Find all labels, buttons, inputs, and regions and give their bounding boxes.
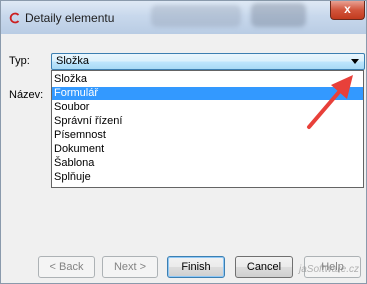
- dropdown-option[interactable]: Šablona: [52, 157, 363, 170]
- red-arrow-annotation-icon: [307, 75, 353, 129]
- back-button[interactable]: < Back: [38, 256, 95, 278]
- type-combobox[interactable]: Složka: [51, 53, 365, 70]
- finish-button[interactable]: Finish: [167, 256, 225, 278]
- dialog-window: Detaily elementu x Typ: Název: Složka Sl…: [0, 0, 367, 284]
- type-label: Typ:: [9, 55, 30, 67]
- title-blur: [251, 3, 306, 27]
- cancel-button[interactable]: Cancel: [235, 256, 293, 278]
- title-blur: [151, 5, 241, 27]
- window-title: Detaily elementu: [25, 11, 115, 25]
- watermark: jaSoftware.cz: [299, 264, 360, 275]
- dropdown-option[interactable]: Splňuje: [52, 171, 363, 184]
- name-label: Název:: [9, 89, 44, 101]
- chevron-down-icon[interactable]: [351, 59, 359, 64]
- dropdown-option[interactable]: Dokument: [52, 143, 363, 156]
- ring-icon: [9, 12, 20, 24]
- next-button[interactable]: Next >: [102, 256, 158, 278]
- title-bar: Detaily elementu x: [1, 1, 366, 34]
- type-combobox-value: Složka: [56, 55, 90, 67]
- close-button[interactable]: x: [330, 1, 365, 20]
